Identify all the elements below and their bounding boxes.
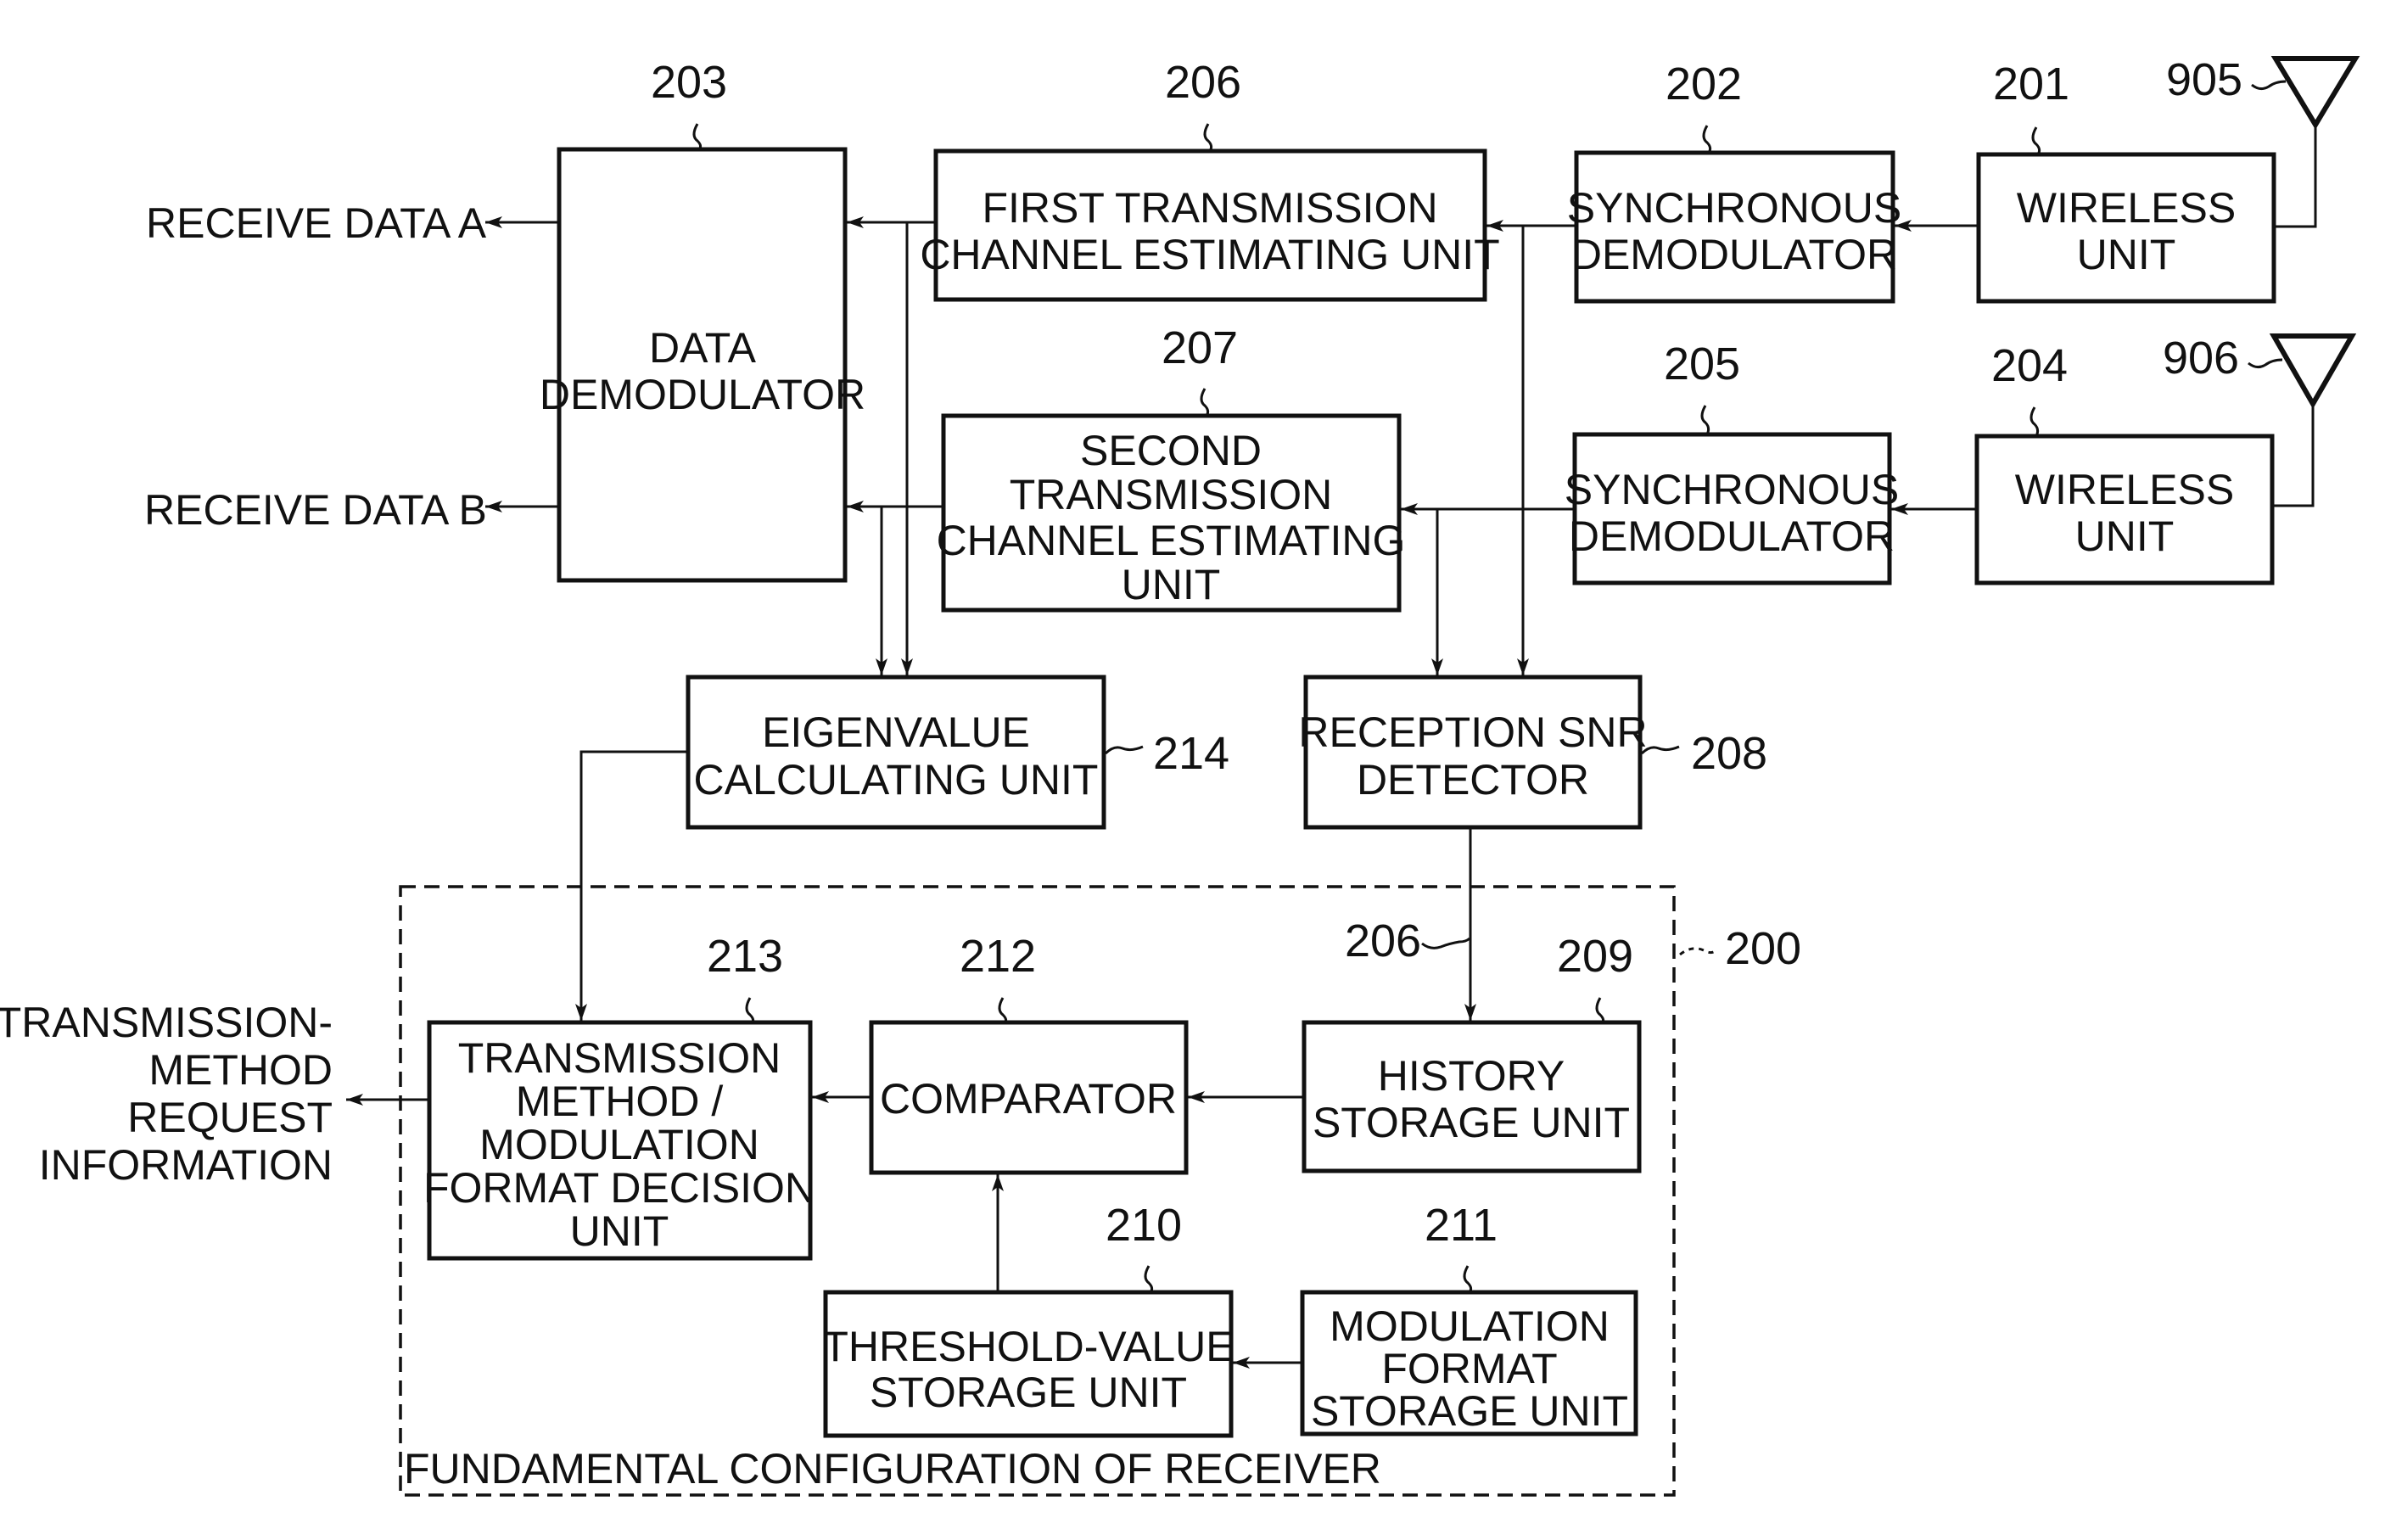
block-first-channel-estimator: FIRST TRANSMISSION CHANNEL ESTIMATING UN… — [920, 57, 1500, 302]
svg-text:DEMODULATOR: DEMODULATOR — [1569, 512, 1895, 560]
container-leader — [1679, 947, 1719, 956]
svg-text:CHANNEL ESTIMATING UNIT: CHANNEL ESTIMATING UNIT — [920, 231, 1499, 278]
svg-text:203: 203 — [651, 57, 727, 108]
block-comparator: COMPARATOR 212 — [869, 931, 1189, 1175]
svg-text:MODULATION: MODULATION — [1330, 1302, 1610, 1350]
receive-data-a-label: RECEIVE DATA A — [146, 199, 487, 247]
svg-text:WIRELESS: WIRELESS — [2015, 466, 2234, 513]
svg-text:212: 212 — [960, 931, 1036, 982]
svg-text:REQUEST: REQUEST — [127, 1094, 333, 1141]
svg-text:207: 207 — [1162, 322, 1238, 373]
svg-text:TRANSMISSION: TRANSMISSION — [458, 1034, 781, 1082]
svg-text:FORMAT: FORMAT — [1381, 1345, 1557, 1392]
receiver-block-diagram: FUNDAMENTAL CONFIGURATION OF RECEIVER 20… — [0, 54, 2360, 1497]
svg-text:DETECTOR: DETECTOR — [1357, 756, 1589, 804]
svg-text:TRANSMISSION: TRANSMISSION — [1010, 471, 1333, 518]
signal-ref-leader — [1421, 937, 1471, 949]
svg-text:201: 201 — [1993, 59, 2069, 109]
svg-text:202: 202 — [1666, 59, 1742, 109]
svg-text:STORAGE UNIT: STORAGE UNIT — [1313, 1099, 1630, 1146]
svg-text:905: 905 — [2166, 54, 2242, 105]
block-sync-demodulator-1: SYNCHRONOUS DEMODULATOR 202 — [1567, 59, 1901, 304]
svg-text:SYNCHRONOUS: SYNCHRONOUS — [1565, 466, 1899, 513]
container-caption: FUNDAMENTAL CONFIGURATION OF RECEIVER — [404, 1445, 1381, 1492]
svg-text:211: 211 — [1425, 1200, 1498, 1251]
svg-text:HISTORY: HISTORY — [1378, 1052, 1565, 1100]
block-second-channel-estimator: SECOND TRANSMISSION CHANNEL ESTIMATING U… — [937, 322, 1406, 613]
block-decision-unit: TRANSMISSION METHOD / MODULATION FORMAT … — [423, 931, 815, 1261]
receive-data-b-label: RECEIVE DATA B — [144, 486, 487, 534]
svg-text:209: 209 — [1557, 931, 1633, 982]
svg-text:213: 213 — [707, 931, 783, 982]
svg-text:FIRST TRANSMISSION: FIRST TRANSMISSION — [982, 184, 1437, 232]
block-snr-detector: RECEPTION SNR DETECTOR 208 — [1298, 675, 1767, 830]
svg-text:DATA: DATA — [649, 324, 757, 372]
block-sync-demodulator-2: SYNCHRONOUS DEMODULATOR 205 — [1565, 339, 1899, 585]
svg-text:208: 208 — [1691, 728, 1767, 779]
block-modulation-storage: MODULATION FORMAT STORAGE UNIT 211 — [1300, 1200, 1638, 1436]
svg-text:206: 206 — [1165, 57, 1241, 108]
svg-text:214: 214 — [1153, 728, 1229, 779]
svg-text:210: 210 — [1106, 1200, 1182, 1251]
svg-text:STORAGE UNIT: STORAGE UNIT — [1311, 1387, 1628, 1435]
svg-text:THRESHOLD-VALUE: THRESHOLD-VALUE — [822, 1323, 1234, 1370]
block-data-demodulator: DATA DEMODULATOR 203 — [540, 57, 865, 583]
svg-text:UNIT: UNIT — [2075, 512, 2175, 560]
svg-text:TRANSMISSION-: TRANSMISSION- — [0, 999, 333, 1046]
svg-text:UNIT: UNIT — [2077, 231, 2176, 278]
svg-text:STORAGE UNIT: STORAGE UNIT — [870, 1369, 1187, 1416]
block-eigenvalue-unit: EIGENVALUE CALCULATING UNIT 214 — [686, 675, 1229, 830]
signal-ref-label: 206 — [1345, 916, 1421, 966]
svg-text:EIGENVALUE: EIGENVALUE — [762, 708, 1030, 756]
svg-text:906: 906 — [2163, 333, 2239, 384]
svg-text:UNIT: UNIT — [1122, 561, 1221, 608]
container-ref: 200 — [1725, 923, 1801, 974]
svg-text:CALCULATING UNIT: CALCULATING UNIT — [694, 756, 1099, 804]
svg-text:CHANNEL ESTIMATING: CHANNEL ESTIMATING — [937, 517, 1406, 564]
svg-text:SYNCHRONOUS: SYNCHRONOUS — [1567, 184, 1901, 232]
svg-text:MODULATION: MODULATION — [479, 1121, 759, 1168]
svg-text:205: 205 — [1664, 339, 1740, 389]
request-info-label: TRANSMISSION- METHOD REQUEST INFORMATION — [0, 999, 333, 1189]
svg-text:COMPARATOR: COMPARATOR — [880, 1075, 1177, 1123]
svg-text:WIRELESS: WIRELESS — [2017, 184, 2236, 232]
svg-text:204: 204 — [1991, 340, 2068, 391]
block-threshold-storage: THRESHOLD-VALUE STORAGE UNIT 210 — [822, 1200, 1234, 1438]
svg-text:DEMODULATOR: DEMODULATOR — [540, 371, 865, 418]
svg-text:SECOND: SECOND — [1080, 427, 1262, 474]
svg-text:INFORMATION: INFORMATION — [39, 1141, 333, 1189]
svg-text:METHOD /: METHOD / — [516, 1078, 724, 1125]
svg-text:DEMODULATOR: DEMODULATOR — [1571, 231, 1897, 278]
svg-text:RECEPTION SNR: RECEPTION SNR — [1298, 708, 1647, 756]
svg-text:FORMAT DECISION: FORMAT DECISION — [423, 1164, 815, 1212]
svg-text:UNIT: UNIT — [570, 1207, 669, 1255]
svg-text:METHOD: METHOD — [148, 1046, 333, 1094]
